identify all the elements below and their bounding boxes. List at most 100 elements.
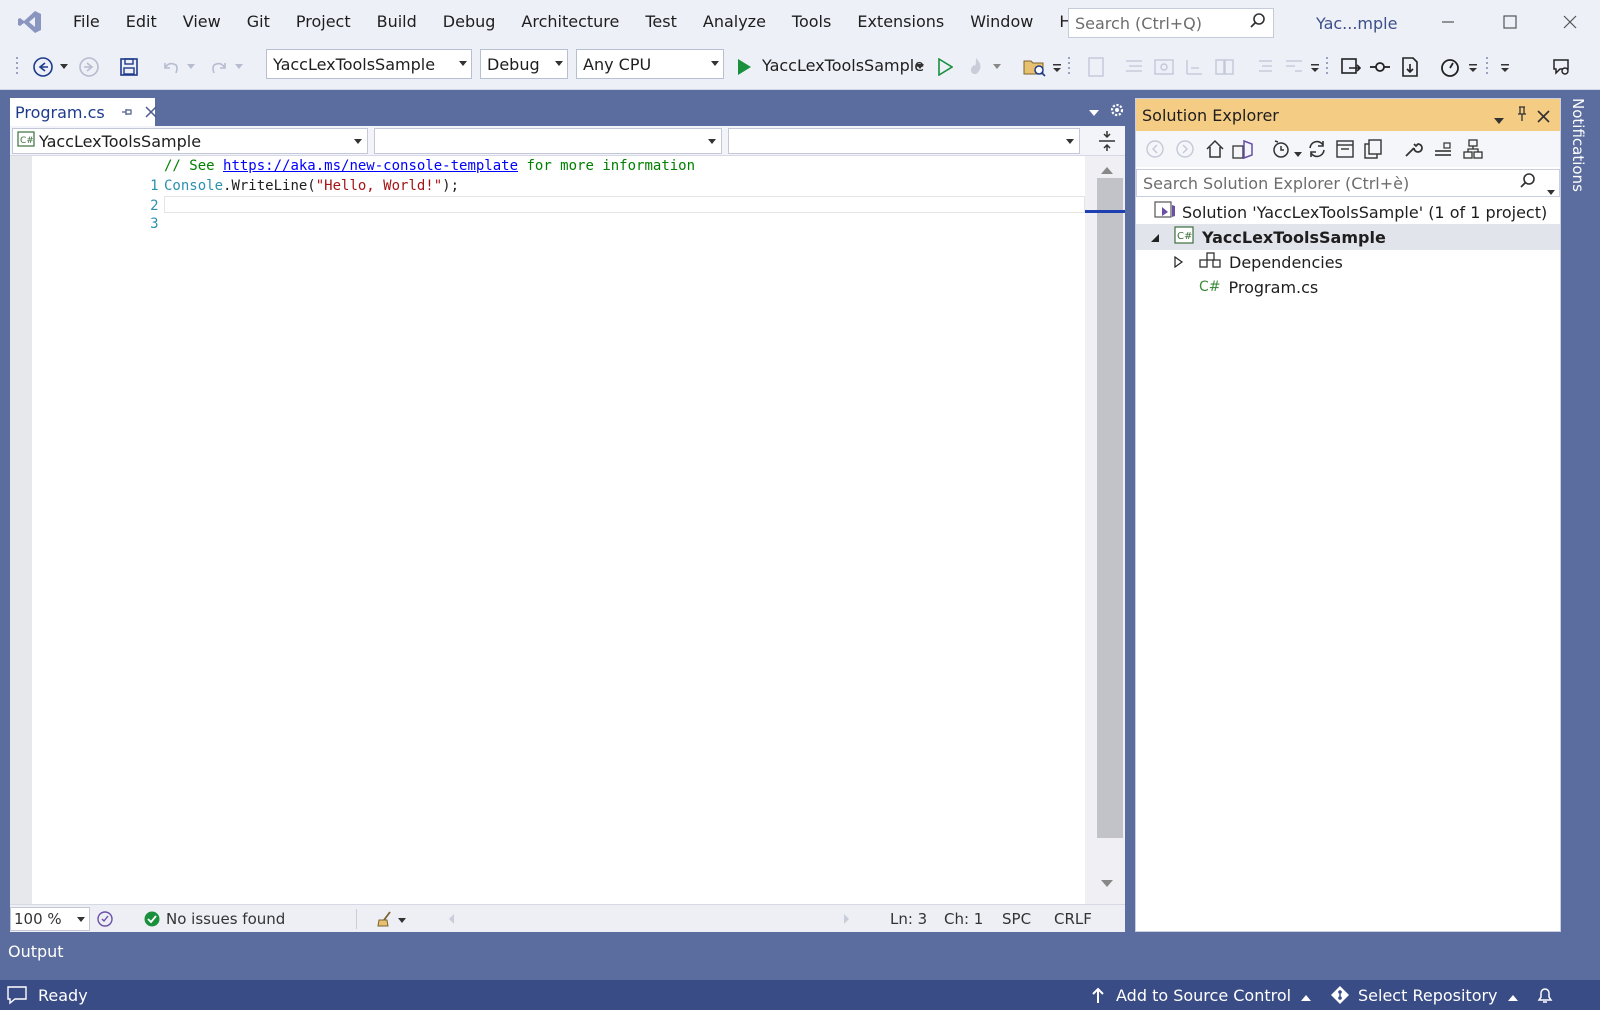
scroll-left-icon[interactable] (448, 914, 454, 924)
sync-with-active-document-icon[interactable] (1306, 138, 1328, 164)
navigate-forward-icon[interactable] (76, 54, 102, 80)
toolbar-overflow-icon[interactable] (1468, 54, 1478, 80)
select-repository-button[interactable]: Select Repository (1358, 980, 1518, 1010)
tree-item-project[interactable]: C# YaccLexToolsSample (1136, 224, 1560, 250)
add-to-source-control-button[interactable]: Add to Source Control (1116, 980, 1312, 1010)
redo-icon[interactable] (206, 54, 232, 80)
scrollbar-thumb[interactable] (1097, 178, 1123, 838)
code-cleanup-dropdown-icon[interactable] (398, 916, 406, 924)
start-debugging-play-icon[interactable] (734, 54, 754, 80)
auto-hide-pin-icon[interactable] (1516, 106, 1528, 126)
switch-views-icon[interactable] (1232, 138, 1256, 164)
menu-analyze[interactable]: Analyze (690, 0, 779, 44)
notifications-tab[interactable]: Notifications (1569, 98, 1587, 192)
toolbar-overflow-icon[interactable] (1500, 54, 1510, 80)
code-health-icon[interactable] (96, 910, 114, 932)
run-target-dropdown-icon[interactable] (914, 54, 926, 80)
comment-lines-icon[interactable] (1122, 54, 1146, 80)
pin-tab-icon[interactable] (121, 103, 133, 122)
menu-window[interactable]: Window (957, 0, 1046, 44)
exit-icon[interactable] (1338, 54, 1362, 80)
run-target-label[interactable]: YaccLexToolsSample (762, 54, 924, 78)
toolbar-overflow-icon[interactable] (1052, 54, 1062, 80)
menu-tools[interactable]: Tools (779, 0, 844, 44)
redo-dropdown-icon[interactable] (234, 54, 244, 80)
code-editor[interactable]: 1 // See https://aka.ms/new-console-temp… (10, 156, 1125, 904)
save-all-icon[interactable] (116, 54, 142, 80)
find-in-files-icon[interactable] (1022, 54, 1048, 80)
template-link[interactable]: https://aka.ms/new-console-template (223, 158, 518, 174)
menu-edit[interactable]: Edit (113, 0, 170, 44)
column-indicator[interactable]: Ch: 1 (944, 905, 983, 933)
tree-item-dependencies[interactable]: Dependencies (1136, 249, 1560, 275)
toolbar-overflow-icon[interactable] (1310, 54, 1320, 80)
parameter-info-icon[interactable] (1182, 54, 1206, 80)
split-window-icon[interactable] (1098, 130, 1116, 156)
menu-debug[interactable]: Debug (430, 0, 509, 44)
outdent-icon[interactable] (1252, 54, 1276, 80)
complete-word-icon[interactable] (1212, 54, 1236, 80)
issues-status[interactable]: No issues found (166, 905, 285, 933)
pending-changes-filter-icon[interactable] (1270, 138, 1292, 164)
live-share-icon[interactable] (1548, 54, 1574, 80)
close-tab-icon[interactable] (145, 103, 157, 122)
tab-program-cs[interactable]: Program.cs (10, 98, 157, 126)
global-search-input[interactable]: Search (Ctrl+Q) (1068, 8, 1274, 38)
toolbar-grip-icon[interactable] (1324, 54, 1332, 80)
collapse-all-icon[interactable] (1334, 138, 1356, 164)
maximize-button[interactable] (1480, 0, 1540, 44)
toolbar-grip-icon[interactable] (14, 54, 22, 80)
code-text-area[interactable]: 1 // See https://aka.ms/new-console-temp… (32, 156, 1085, 904)
navigate-back-dropdown-icon[interactable] (58, 54, 70, 80)
indent-icon[interactable] (1282, 54, 1306, 80)
editor-margin[interactable] (10, 156, 32, 904)
tree-item-solution[interactable]: Solution 'YaccLexToolsSample' (1 of 1 pr… (1136, 199, 1560, 225)
editor-vertical-scrollbar[interactable] (1085, 156, 1125, 904)
properties-wrench-icon[interactable] (1402, 138, 1424, 164)
menu-build[interactable]: Build (364, 0, 430, 44)
start-without-debugging-icon[interactable] (934, 54, 956, 80)
commit-icon[interactable] (1368, 54, 1392, 80)
line-indicator[interactable]: Ln: 3 (890, 905, 927, 933)
collapse-arrow-icon[interactable] (1150, 228, 1160, 247)
quick-info-icon[interactable] (1152, 54, 1176, 80)
notifications-bell-icon[interactable] (1536, 980, 1554, 1010)
tree-item-program-cs[interactable]: C# Program.cs (1136, 274, 1560, 300)
close-panel-icon[interactable] (1537, 108, 1550, 127)
code-cleanup-broom-icon[interactable] (376, 910, 394, 932)
menu-view[interactable]: View (170, 0, 234, 44)
performance-profiler-icon[interactable] (1438, 54, 1462, 80)
scroll-down-icon[interactable] (1101, 876, 1113, 892)
settings-gear-icon[interactable] (1109, 102, 1125, 122)
class-view-icon[interactable] (1462, 138, 1484, 164)
member-navigation-combo[interactable] (728, 128, 1080, 154)
whitespace-indicator[interactable]: SPC (1002, 905, 1031, 933)
undo-icon[interactable] (158, 54, 184, 80)
line-ending-indicator[interactable]: CRLF (1054, 905, 1092, 933)
document-outline-icon[interactable] (1084, 54, 1108, 80)
search-options-dropdown-icon[interactable] (1547, 181, 1555, 200)
expand-arrow-icon[interactable] (1174, 253, 1184, 272)
show-all-files-icon[interactable] (1362, 138, 1384, 164)
output-tab[interactable]: Output (8, 942, 64, 961)
filter-dropdown-icon[interactable] (1294, 146, 1302, 162)
menu-project[interactable]: Project (283, 0, 364, 44)
hot-reload-dropdown-icon[interactable] (992, 54, 1002, 80)
minimize-button[interactable] (1418, 0, 1478, 44)
toolbar-grip-icon[interactable] (1066, 54, 1074, 80)
navigate-back-icon[interactable] (30, 54, 56, 80)
undo-dropdown-icon[interactable] (186, 54, 196, 80)
window-position-dropdown-icon[interactable] (1494, 111, 1504, 130)
scroll-right-icon[interactable] (844, 914, 850, 924)
type-navigation-combo[interactable] (374, 128, 722, 154)
document-export-icon[interactable] (1398, 54, 1422, 80)
hot-reload-icon[interactable] (964, 54, 988, 80)
tab-list-dropdown-icon[interactable] (1089, 106, 1099, 122)
menu-file[interactable]: File (60, 0, 113, 44)
preview-selected-items-icon[interactable] (1432, 138, 1454, 164)
solution-explorer-search-input[interactable]: Search Solution Explorer (Ctrl+è) (1136, 169, 1560, 197)
startup-project-combo[interactable]: YaccLexToolsSample (266, 49, 472, 79)
forward-icon[interactable] (1174, 138, 1196, 164)
scroll-up-icon[interactable] (1101, 162, 1113, 178)
menu-git[interactable]: Git (234, 0, 283, 44)
